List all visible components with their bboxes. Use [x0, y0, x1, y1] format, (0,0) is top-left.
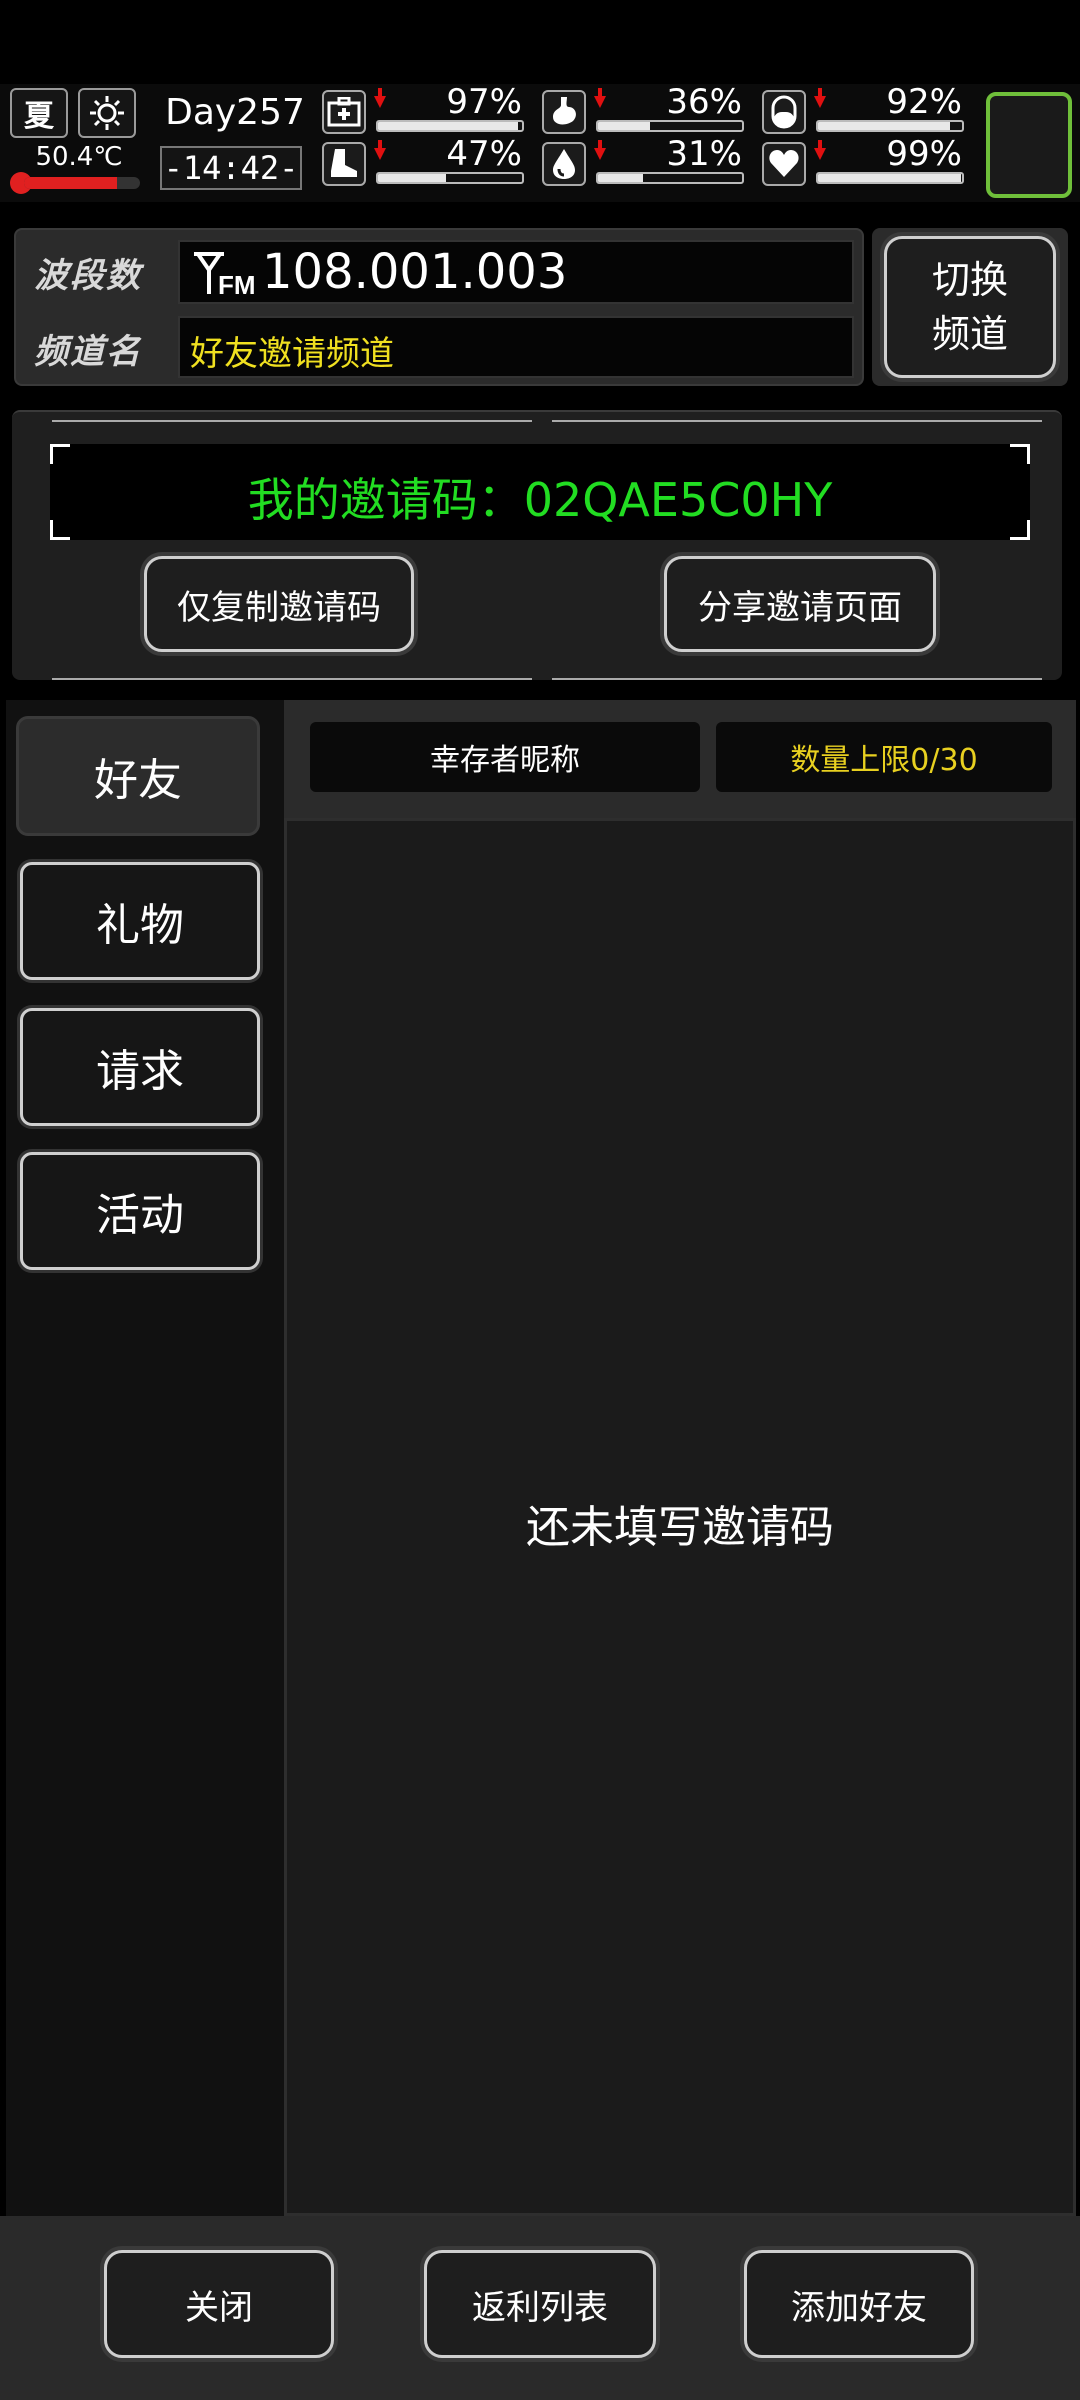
tab-events[interactable]: 活动 [20, 1152, 260, 1270]
tab-requests[interactable]: 请求 [20, 1008, 260, 1126]
sun-icon [78, 88, 136, 138]
add-friend-button[interactable]: 添加好友 [744, 2250, 974, 2358]
svg-text:FM: FM [218, 270, 256, 300]
mood-value: 99% [886, 134, 962, 174]
equipment-slot[interactable] [986, 92, 1072, 198]
switch-channel-line2: 频道 [931, 312, 1008, 356]
stamina-value: 47% [446, 134, 522, 174]
boot-icon [322, 142, 366, 186]
thirst-value: 31% [666, 134, 742, 174]
channel-value: 好友邀请频道 [190, 334, 394, 374]
pill-icon [762, 90, 806, 134]
rebate-list-button[interactable]: 返利列表 [424, 2250, 656, 2358]
bottom-bar: 关闭 返利列表 添加好友 [0, 2216, 1080, 2400]
switch-channel-line1: 切换 [931, 258, 1008, 302]
corner-mark [1010, 444, 1030, 464]
hunger-bar [596, 120, 744, 132]
close-button[interactable]: 关闭 [104, 2250, 334, 2358]
channel-label: 频道名 [34, 332, 142, 372]
fm-antenna-icon: FM [190, 248, 256, 300]
heart-icon [762, 142, 806, 186]
tab-gifts[interactable]: 礼物 [20, 862, 260, 980]
medicine-value: 92% [886, 82, 962, 122]
band-label: 波段数 [34, 256, 142, 296]
friend-list[interactable]: 还未填写邀请码 [284, 818, 1076, 2216]
temperature-value: 50.4℃ [35, 142, 123, 172]
friend-limit: 数量上限0/30 [716, 722, 1052, 792]
share-page-button[interactable]: 分享邀请页面 [664, 556, 936, 652]
switch-channel-button[interactable]: 切换 频道 [884, 236, 1056, 378]
day-counter: Day257 [165, 92, 305, 133]
copy-code-button[interactable]: 仅复制邀请码 [144, 556, 414, 652]
health-value: 97% [446, 82, 522, 122]
thermometer-bar [24, 177, 140, 189]
mood-bar [816, 172, 964, 184]
health-bar [376, 120, 524, 132]
column-survivor-name: 幸存者昵称 [310, 722, 700, 792]
status-bar: 夏 50.4℃ Day257 -14:42- 97% 36% 92% 47% 31% 99… [0, 84, 1080, 202]
stamina-bar [376, 172, 524, 184]
medicine-bar [816, 120, 964, 132]
thirst-bar [596, 172, 744, 184]
empty-message: 还未填写邀请码 [526, 1502, 834, 1553]
radio-panel: 波段数 FM 108.001.003 频道名 好友邀请频道 [14, 228, 864, 386]
band-value: 108.001.003 [262, 244, 568, 300]
divider [552, 678, 1042, 680]
invite-code: 我的邀请码：02QAE5C0HY [247, 473, 833, 527]
invite-panel: 我的邀请码：02QAE5C0HY 仅复制邀请码 分享邀请页面 [12, 410, 1062, 680]
tab-friends[interactable]: 好友 [16, 716, 260, 836]
water-drop-icon [542, 142, 586, 186]
divider [52, 420, 532, 422]
divider [552, 420, 1042, 422]
invite-code-box: 我的邀请码：02QAE5C0HY [50, 444, 1030, 540]
list-header: 幸存者昵称 数量上限0/30 [284, 700, 1076, 818]
season-badge: 夏 [10, 88, 68, 138]
band-field: FM 108.001.003 [178, 240, 854, 304]
hunger-value: 36% [666, 82, 742, 122]
divider [52, 678, 532, 680]
medkit-icon [322, 90, 366, 134]
stomach-icon [542, 90, 586, 134]
game-clock: -14:42- [160, 146, 302, 190]
corner-mark [50, 444, 70, 464]
season-text: 夏 [24, 99, 54, 134]
channel-field: 好友邀请频道 [178, 316, 854, 378]
